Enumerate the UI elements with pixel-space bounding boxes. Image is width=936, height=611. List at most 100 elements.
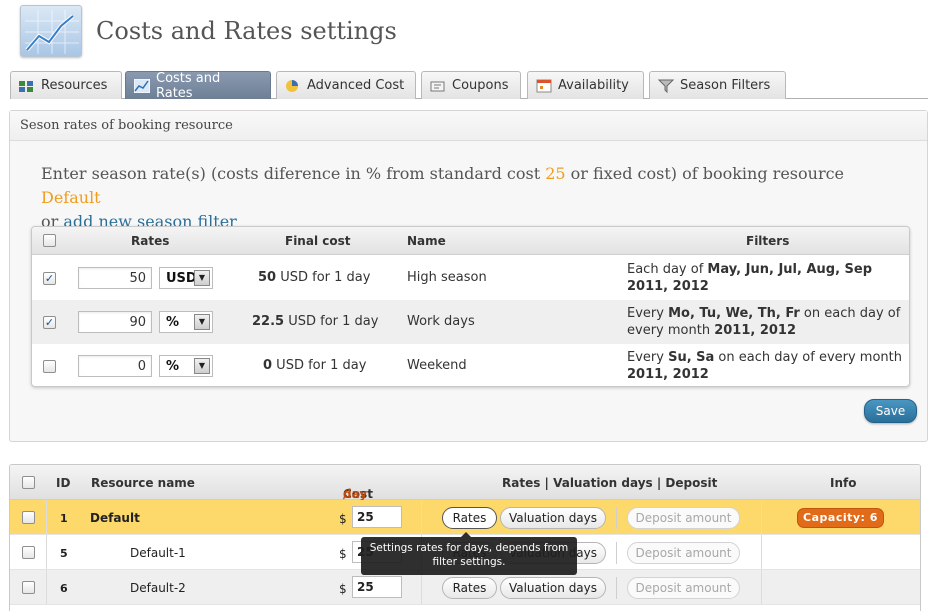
tab-label: Resources (41, 78, 108, 93)
valuation-days-button[interactable]: Valuation days (500, 507, 606, 529)
unit-value: USD (166, 271, 197, 286)
intro-part: Enter season rate(s) (costs diference in… (41, 164, 546, 183)
season-rates-panel: Seson rates of booking resource Enter se… (9, 110, 928, 442)
resource-name: Default (90, 511, 140, 525)
tab-availability[interactable]: Availability (527, 71, 644, 99)
coupon-icon (430, 79, 446, 93)
col-filters: Filters (746, 234, 790, 248)
tab-label: Costs and Rates (156, 70, 221, 101)
tab-label: Coupons (452, 78, 509, 93)
currency-symbol: $ (339, 512, 347, 526)
filter-icon (657, 79, 675, 93)
chevron-down-icon: ▼ (194, 270, 210, 286)
intro-part: or fixed cost) of booking resource (565, 164, 845, 183)
currency-symbol: $ (339, 547, 347, 561)
col-resource-name: Resource name (91, 476, 195, 490)
filter-description: Each day of May, Jun, Jul, Aug, Sep 2011… (627, 261, 907, 295)
filter-text: Every (627, 306, 669, 321)
column-divider (761, 570, 762, 604)
final-cost: 22.5 USD for 1 day (252, 314, 378, 329)
line-chart-icon (20, 5, 82, 57)
rates-tooltip: Settings rates for days, depends from fi… (361, 532, 577, 575)
save-button[interactable]: Save (864, 399, 917, 423)
season-name: Weekend (407, 358, 467, 373)
tab-coupons[interactable]: Coupons (421, 71, 521, 99)
cost-input[interactable]: 25 (352, 506, 402, 528)
row-checkbox[interactable]: ✓ (43, 316, 56, 329)
col-cost-unit: day (343, 487, 368, 501)
unit-select[interactable]: % ▼ (159, 311, 213, 333)
table-row: ✓ 90 % ▼ 22.5 USD for 1 day Work days Eve… (32, 300, 909, 344)
column-divider (46, 570, 47, 604)
resource-id: 1 (60, 512, 68, 525)
col-rates: Rates (131, 234, 170, 248)
resource-name: Default-1 (130, 546, 186, 560)
unit-select[interactable]: % ▼ (159, 355, 213, 377)
final-cost: 50 USD for 1 day (258, 270, 370, 285)
resource-id: 5 (60, 547, 68, 560)
table-row[interactable]: 1 Default $ 25 Rates Valuation days Depo… (10, 500, 920, 535)
column-divider (421, 500, 422, 534)
filter-bold: Mo, Tu, We, Th, Fr (668, 306, 800, 321)
tab-bar: Resources Costs and Rates Advanced Cost … (10, 70, 928, 101)
row-checkbox[interactable] (22, 511, 35, 524)
intro-text: Enter season rate(s) (costs diference in… (41, 162, 901, 234)
deposit-amount-button[interactable]: Deposit amount (627, 542, 740, 564)
tab-season-filters[interactable]: Season Filters (649, 71, 786, 99)
tab-label: Availability (558, 78, 629, 93)
pie-chart-icon (285, 79, 301, 93)
currency-symbol: $ (339, 582, 347, 596)
final-cost-suffix: USD for 1 day (276, 270, 371, 285)
final-cost-suffix: USD for 1 day (284, 314, 379, 329)
filter-description: Every Mo, Tu, We, Th, Fr on each day of … (627, 305, 907, 339)
filter-text: Every (627, 350, 669, 365)
row-checkbox[interactable] (43, 360, 56, 373)
final-cost-value: 50 (258, 270, 277, 285)
rate-input[interactable]: 0 (78, 355, 152, 377)
valuation-days-button[interactable]: Valuation days (500, 577, 606, 599)
select-all-checkbox[interactable] (22, 476, 35, 489)
tab-resources[interactable]: Resources (10, 71, 122, 99)
rates-button[interactable]: Rates (442, 507, 497, 529)
season-name: High season (407, 270, 487, 285)
row-checkbox[interactable]: ✓ (43, 272, 56, 285)
cost-input[interactable]: 25 (352, 576, 402, 598)
unit-select[interactable]: USD ▼ (159, 267, 213, 289)
resource-id: 6 (60, 582, 68, 595)
table-row: ✓ 50 USD ▼ 50 USD for 1 day High season E… (32, 256, 909, 300)
rate-input[interactable]: 50 (78, 267, 152, 289)
chart-icon (133, 78, 151, 93)
col-info: Info (830, 476, 857, 490)
chevron-down-icon: ▼ (194, 314, 210, 330)
resource-name-highlight: Default (41, 188, 101, 207)
page-title: Costs and Rates settings (96, 17, 397, 45)
capacity-badge: Capacity: 6 (798, 509, 883, 527)
filter-bold: 2011, 2012 (627, 367, 709, 382)
tab-label: Advanced Cost (307, 78, 405, 93)
divider (616, 507, 617, 529)
rate-input[interactable]: 90 (78, 311, 152, 333)
column-divider (421, 570, 422, 604)
row-checkbox[interactable] (22, 546, 35, 559)
final-cost: 0 USD for 1 day (263, 358, 366, 373)
column-divider (761, 535, 762, 569)
row-checkbox[interactable] (22, 581, 35, 594)
table-row: 0 % ▼ 0 USD for 1 day Weekend Every Su, S… (32, 344, 909, 386)
table-header: ID Resource name Cost / day Rates | Valu… (10, 465, 920, 501)
tab-costs-and-rates[interactable]: Costs and Rates (125, 70, 271, 101)
col-name: Name (407, 234, 446, 248)
tab-advanced-cost[interactable]: Advanced Cost (276, 71, 416, 99)
deposit-amount-button[interactable]: Deposit amount (627, 577, 740, 599)
final-cost-value: 22.5 (252, 314, 285, 329)
deposit-amount-button[interactable]: Deposit amount (627, 507, 740, 529)
column-divider (761, 500, 762, 534)
select-all-checkbox[interactable] (43, 234, 56, 247)
filter-bold: Su, Sa (668, 350, 715, 365)
table-header: Rates Final cost Name Filters (32, 227, 909, 255)
panel-title: Seson rates of booking resource (10, 111, 927, 141)
unit-value: % (166, 315, 180, 330)
season-name: Work days (407, 314, 475, 329)
rates-button[interactable]: Rates (442, 577, 497, 599)
table-row[interactable]: 6 Default-2 $ 25 Rates Valuation days De… (10, 570, 920, 605)
col-actions: Rates | Valuation days | Deposit (502, 476, 718, 490)
